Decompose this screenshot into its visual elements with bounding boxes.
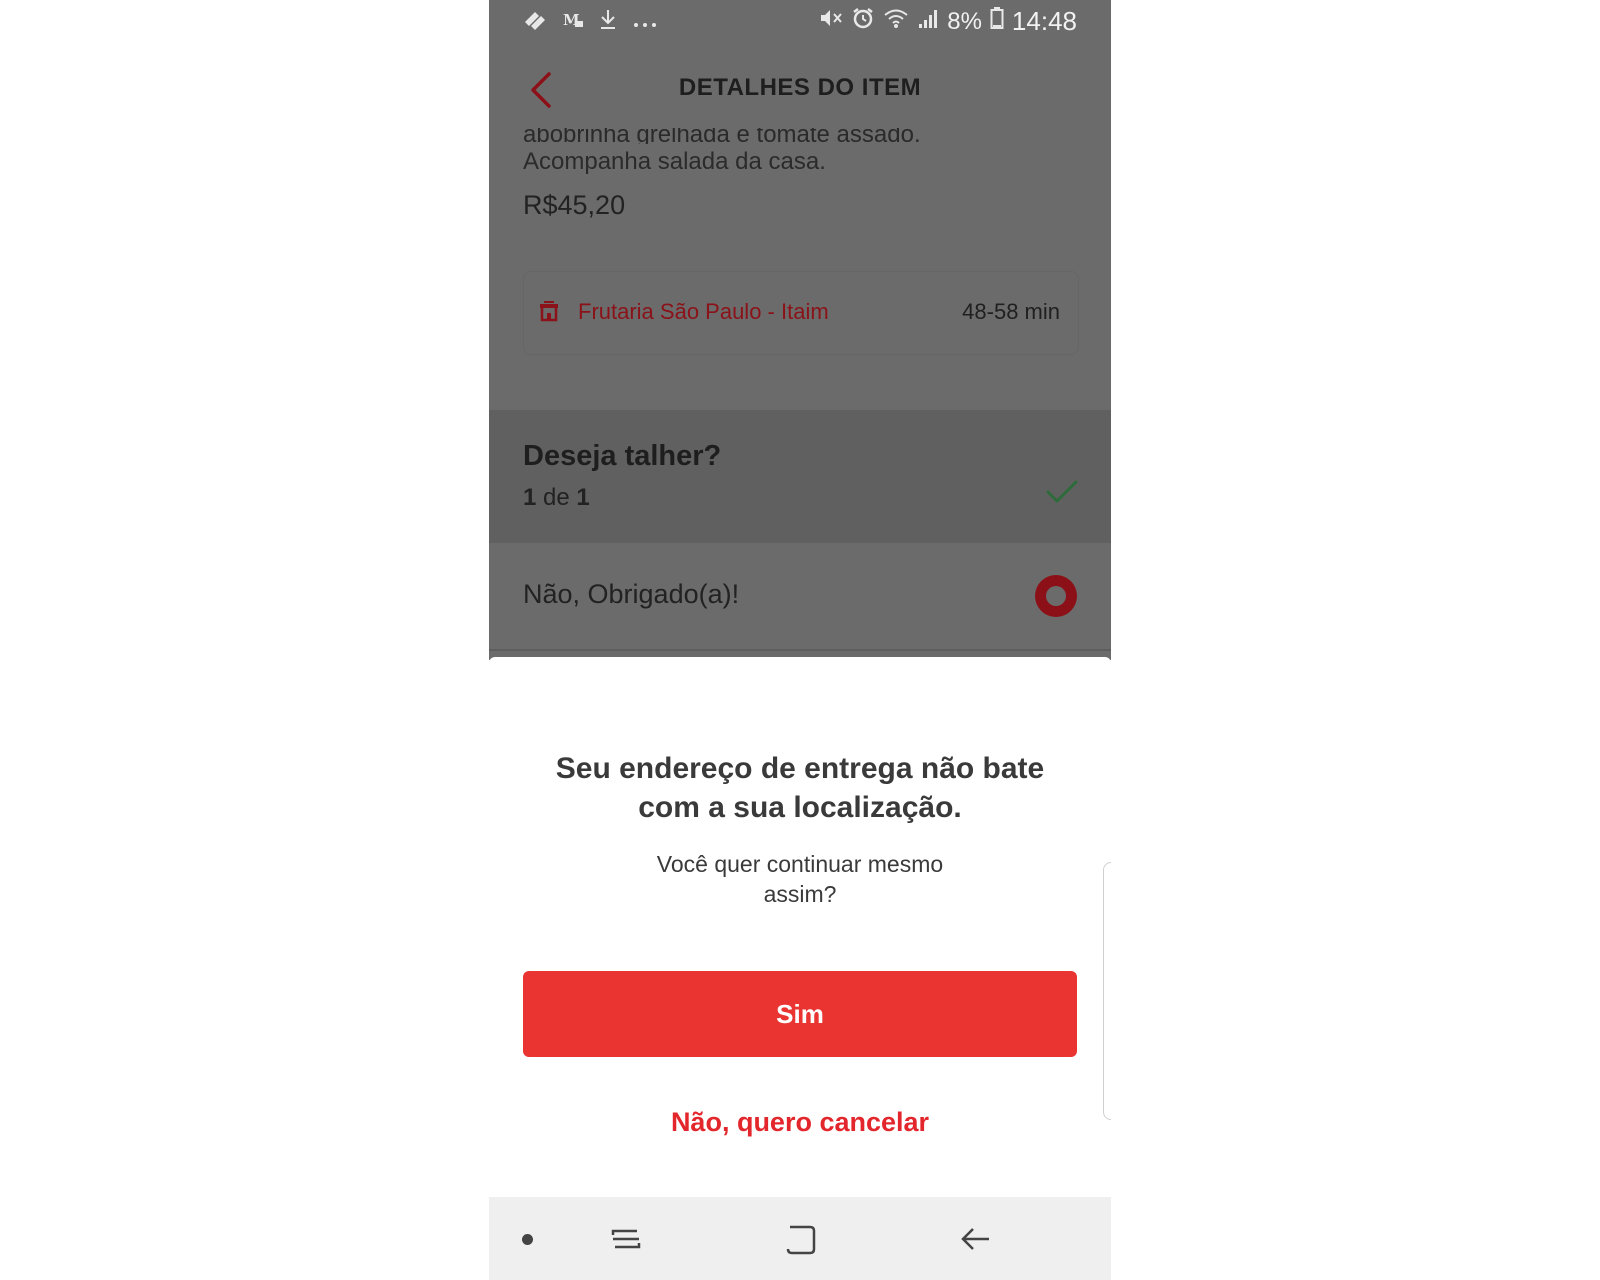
recents-icon[interactable]: [609, 1221, 643, 1262]
count-current: 1: [523, 484, 537, 511]
alarm-icon: [851, 6, 875, 37]
item-description-cut: abobrinha grelhada e tomate assado.: [523, 128, 921, 144]
keyboard-dot-icon[interactable]: [522, 1234, 533, 1245]
more-notifications-icon: [633, 9, 657, 37]
clock: 14:48: [1011, 6, 1077, 36]
status-left-icons: M: [523, 8, 657, 38]
count-of: de: [543, 484, 570, 511]
radio-selected[interactable]: [1035, 575, 1077, 617]
status-right-icons: 8% 14:48: [819, 6, 1077, 37]
gmail-icon: M: [563, 9, 583, 37]
count-total: 1: [576, 484, 590, 511]
battery-icon: [990, 6, 1004, 37]
download-icon: [599, 8, 617, 38]
store-name: Frutaria São Paulo - Itaim: [578, 299, 829, 324]
store-card[interactable]: Frutaria São Paulo - Itaim 48-58 min: [523, 271, 1079, 355]
wifi-icon: [883, 6, 909, 37]
location-mismatch-dialog: Seu endereço de entrega não bate com a s…: [489, 657, 1111, 1197]
app-header: DETALHES DO ITEM: [489, 50, 1111, 130]
dialog-title: Seu endereço de entrega não bate com a s…: [555, 752, 1045, 824]
option-label: Não, Obrigado(a)!: [523, 579, 740, 609]
checkmark-icon: [1045, 478, 1079, 511]
status-bar: M 8% 14:48: [489, 0, 1111, 44]
mute-icon: [819, 6, 843, 37]
cancel-button[interactable]: Não, quero cancelar: [523, 1107, 1077, 1138]
confirm-button[interactable]: Sim: [523, 971, 1077, 1057]
item-description: Acompanha salada da casa.: [523, 148, 826, 175]
system-navigation-bar: [489, 1197, 1111, 1280]
page-title: DETALHES DO ITEM: [678, 74, 922, 101]
store-icon: [538, 300, 560, 327]
back-arrow-icon[interactable]: [959, 1221, 993, 1262]
delivery-time: 48-58 min: [962, 299, 1060, 324]
battery-percent: 8%: [947, 7, 982, 35]
item-price: R$45,20: [523, 190, 626, 220]
section-count: 1 de 1: [523, 484, 590, 512]
cutlery-section: Deseja talher? 1 de 1: [489, 410, 1111, 543]
section-title: Deseja talher?: [523, 440, 722, 472]
option-no-thanks[interactable]: Não, Obrigado(a)!: [489, 543, 1111, 651]
edge-panel-handle[interactable]: [1103, 862, 1111, 1120]
app-notification-icon: [523, 8, 547, 38]
item-details-screen: M 8% 14:48 DETALHES DO ITEM abobrinha gr…: [489, 0, 1111, 660]
dialog-subtitle: Você quer continuar mesmo assim?: [656, 851, 944, 907]
phone-screen: M 8% 14:48 DETALHES DO ITEM abobrinha gr…: [489, 0, 1111, 1280]
signal-icon: [917, 6, 939, 37]
home-icon[interactable]: [784, 1221, 818, 1262]
